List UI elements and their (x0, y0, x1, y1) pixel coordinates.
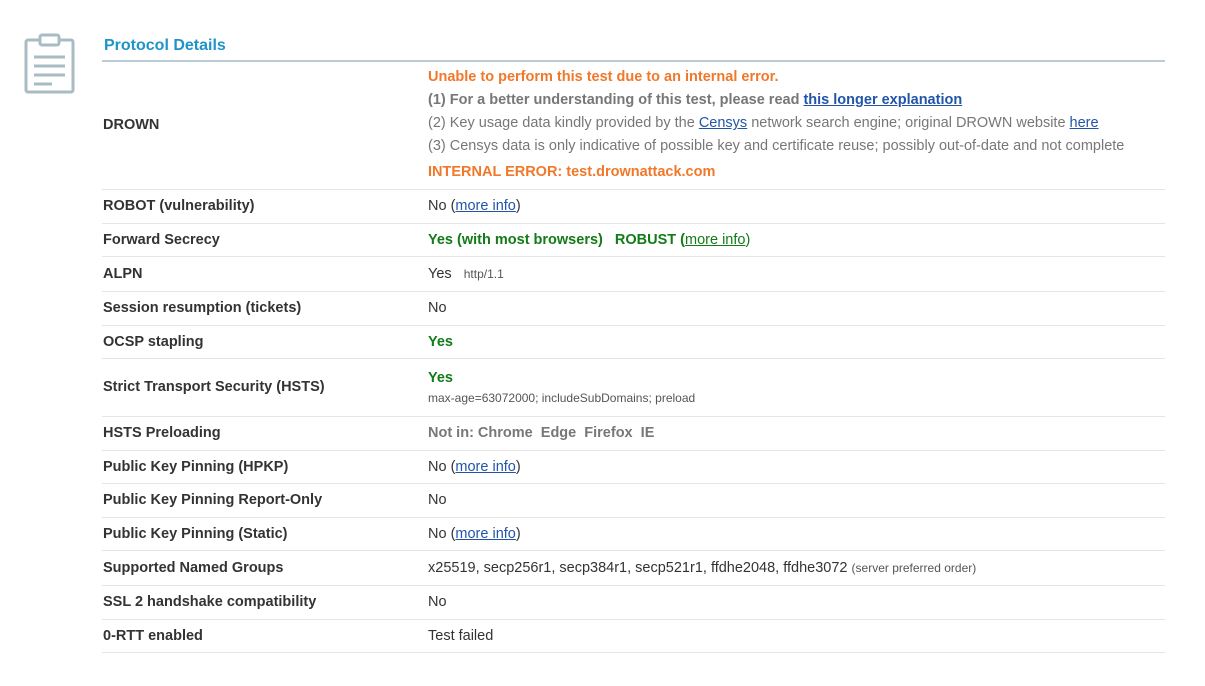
row-value: Yes (428, 325, 1165, 359)
table-row-hsts-preloading: HSTS Preloading Not in: Chrome Edge Fire… (102, 416, 1165, 451)
section-title: Protocol Details (102, 34, 1165, 62)
named-groups-detail: (server preferred order) (851, 560, 977, 575)
row-label: Supported Named Groups (102, 550, 428, 586)
table-row-session-resumption: Session resumption (tickets) No (102, 291, 1165, 326)
censys-link[interactable]: Censys (699, 115, 747, 131)
row-value: Not in: Chrome Edge Firefox IE (428, 416, 1165, 451)
row-label: OCSP stapling (102, 325, 428, 359)
table-row-hpkp-report-only: Public Key Pinning Report-Only No (102, 483, 1165, 518)
protocol-details-section: Protocol Details DROWN Unable to perform… (102, 34, 1165, 653)
drown-explanation-link[interactable]: this longer explanation (803, 92, 962, 108)
row-label: Forward Secrecy (102, 223, 428, 257)
alpn-detail: http/1.1 (463, 266, 504, 281)
row-label: Session resumption (tickets) (102, 291, 428, 326)
row-label: SSL 2 handshake compatibility (102, 585, 428, 620)
row-label: HSTS Preloading (102, 416, 428, 451)
row-label: Strict Transport Security (HSTS) (102, 358, 428, 417)
table-row-robot: ROBOT (vulnerability) No (more info) (102, 189, 1165, 224)
row-label: DROWN (102, 62, 428, 190)
table-row-drown: DROWN Unable to perform this test due to… (102, 62, 1165, 190)
row-label: 0-RTT enabled (102, 619, 428, 653)
alpn-value: Yes (428, 265, 452, 282)
row-value: No (428, 483, 1165, 518)
hsts-detail: max-age=63072000; includeSubDomains; pre… (428, 390, 696, 405)
row-label: Public Key Pinning (HPKP) (102, 450, 428, 484)
table-row-named-groups: Supported Named Groups x25519, secp256r1… (102, 550, 1165, 586)
more-info-link[interactable]: more info (455, 459, 515, 475)
more-info-link[interactable]: more info (685, 232, 745, 248)
row-value: No (428, 291, 1165, 326)
more-info-link[interactable]: more info (455, 526, 515, 542)
row-value: No (428, 585, 1165, 620)
table-row-hpkp-static: Public Key Pinning (Static) No (more inf… (102, 517, 1165, 551)
table-row-ocsp: OCSP stapling Yes (102, 325, 1165, 359)
clipboard-icon (22, 32, 78, 96)
table-row-zero-rtt: 0-RTT enabled Test failed (102, 619, 1165, 653)
table-row-forward-secrecy: Forward Secrecy Yes (with most browsers)… (102, 223, 1165, 257)
row-label: Public Key Pinning (Static) (102, 517, 428, 551)
more-info-link[interactable]: more info (455, 198, 515, 214)
row-label: ALPN (102, 256, 428, 292)
drown-internal-error: INTERNAL ERROR: test.drownattack.com (428, 164, 716, 181)
hsts-value: Yes (428, 369, 453, 386)
drown-website-link[interactable]: here (1070, 115, 1099, 131)
drown-error-title: Unable to perform this test due to an in… (428, 69, 779, 86)
drown-note-3: (3) Censys data is only indicative of po… (428, 138, 1125, 155)
row-label: ROBOT (vulnerability) (102, 189, 428, 224)
row-value: Test failed (428, 619, 1165, 653)
table-row-alpn: ALPN Yes http/1.1 (102, 256, 1165, 292)
row-label: Public Key Pinning Report-Only (102, 483, 428, 518)
table-row-ssl2: SSL 2 handshake compatibility No (102, 585, 1165, 620)
table-row-hpkp: Public Key Pinning (HPKP) No (more info) (102, 450, 1165, 484)
protocol-details-table: DROWN Unable to perform this test due to… (102, 62, 1165, 653)
table-row-hsts: Strict Transport Security (HSTS) Yes max… (102, 358, 1165, 417)
named-groups-value: x25519, secp256r1, secp384r1, secp521r1,… (428, 559, 848, 576)
drown-note-1: (1) For a better understanding of this t… (428, 92, 963, 109)
drown-note-2: (2) Key usage data kindly provided by th… (428, 115, 1099, 132)
